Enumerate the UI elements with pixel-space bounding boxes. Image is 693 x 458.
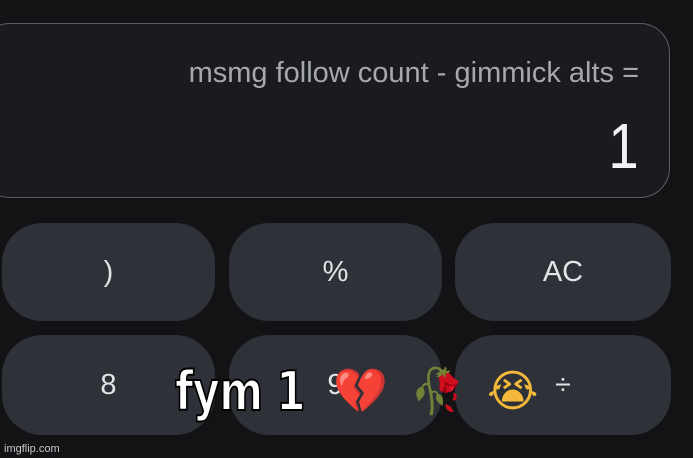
crying-face-icon: 😭 <box>486 365 539 417</box>
key-percent[interactable]: % <box>229 223 442 321</box>
result-text: 1 <box>608 110 639 182</box>
meme-caption: fym 1 💔 🥀 😭 <box>174 359 539 424</box>
caption-text: fym 1 <box>174 359 306 424</box>
watermark: imgflip.com <box>4 443 60 455</box>
calculator-display: msmg follow count - gimmick alts = 1 <box>0 23 670 198</box>
key-all-clear[interactable]: AC <box>455 223 671 321</box>
expression-text: msmg follow count - gimmick alts = <box>188 57 639 89</box>
wilted-rose-icon: 🥀 <box>410 365 465 417</box>
broken-heart-icon: 💔 <box>333 365 389 417</box>
key-close-paren[interactable]: ) <box>2 223 215 321</box>
